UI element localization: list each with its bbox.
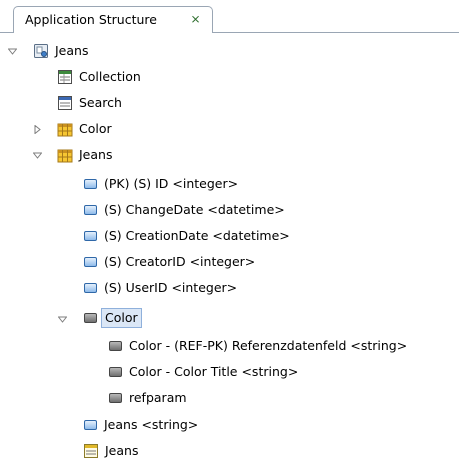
tree-label: Jeans — [105, 443, 139, 458]
collection-icon — [58, 70, 72, 84]
tree-node-collection[interactable]: Collection — [57, 66, 143, 88]
tab-divider — [0, 32, 14, 33]
field-icon — [84, 231, 97, 241]
tree-node-reference-field[interactable]: refparam — [108, 387, 189, 409]
collapse-arrow-icon[interactable] — [8, 47, 17, 56]
tree-node-jeans-table[interactable]: Jeans — [57, 144, 114, 166]
tree-label: Color — [79, 121, 112, 136]
tree-label: (S) CreatorID <integer> — [104, 254, 256, 269]
tree-label: (PK) (S) ID <integer> — [104, 176, 239, 191]
tree-node-color-table[interactable]: Color — [57, 118, 114, 140]
expand-arrow-icon[interactable] — [33, 125, 42, 134]
field-icon — [84, 283, 97, 293]
tree-label: Search — [79, 95, 122, 110]
form-icon — [84, 444, 98, 458]
database-table-icon — [57, 123, 73, 137]
tree-node-reference-field[interactable]: Color - Color Title <string> — [108, 361, 300, 383]
tree-node-root[interactable]: Jeans — [33, 40, 90, 62]
field-icon — [84, 205, 97, 215]
tree-label: Jeans <string> — [104, 417, 199, 432]
tree-node-reference-field[interactable]: Color - (REF-PK) Referenzdatenfeld <stri… — [108, 335, 409, 357]
tree-node-field[interactable]: (S) UserID <integer> — [83, 277, 239, 299]
database-table-icon — [57, 149, 73, 163]
tree-node-field[interactable]: (S) CreatorID <integer> — [83, 251, 257, 273]
search-form-icon — [58, 96, 72, 110]
tab-title: Application Structure — [25, 12, 157, 27]
reference-field-icon — [84, 313, 97, 323]
tree-node-field[interactable]: Jeans <string> — [83, 414, 200, 436]
tree-label: Jeans — [79, 147, 113, 162]
view-close-icon[interactable]: ⨯ — [189, 13, 202, 26]
tree-label: Color - (REF-PK) Referenzdatenfeld <stri… — [129, 338, 408, 353]
tree-node-search[interactable]: Search — [57, 92, 124, 114]
tree-node-field[interactable]: (PK) (S) ID <integer> — [83, 173, 240, 195]
tab-bar: Application Structure ⨯ — [0, 0, 459, 34]
tree-label: Color - Color Title <string> — [129, 364, 299, 379]
tree-node-color-group[interactable]: Color — [83, 307, 142, 329]
tree-label: Jeans — [55, 43, 89, 58]
field-icon — [84, 257, 97, 267]
tab-divider — [212, 32, 459, 33]
tree-label: Collection — [79, 69, 141, 84]
field-icon — [84, 179, 97, 189]
tree-label: Color — [101, 308, 142, 328]
collapse-arrow-icon[interactable] — [58, 315, 67, 324]
collapse-arrow-icon[interactable] — [33, 151, 42, 160]
reference-field-icon — [109, 367, 122, 377]
reference-field-icon — [109, 393, 122, 403]
reference-field-icon — [109, 341, 122, 351]
tree-label: (S) CreationDate <datetime> — [104, 228, 290, 243]
tree-node-field[interactable]: (S) CreationDate <datetime> — [83, 225, 292, 247]
tree-label: (S) UserID <integer> — [104, 280, 238, 295]
tree-label: (S) ChangeDate <datetime> — [104, 202, 285, 217]
tree-label: refparam — [129, 390, 187, 405]
tree-node-form[interactable]: Jeans — [83, 440, 140, 462]
field-icon — [84, 420, 97, 430]
tab-application-structure[interactable]: Application Structure ⨯ — [13, 6, 213, 32]
tree-node-field[interactable]: (S) ChangeDate <datetime> — [83, 199, 287, 221]
application-icon — [34, 44, 48, 58]
